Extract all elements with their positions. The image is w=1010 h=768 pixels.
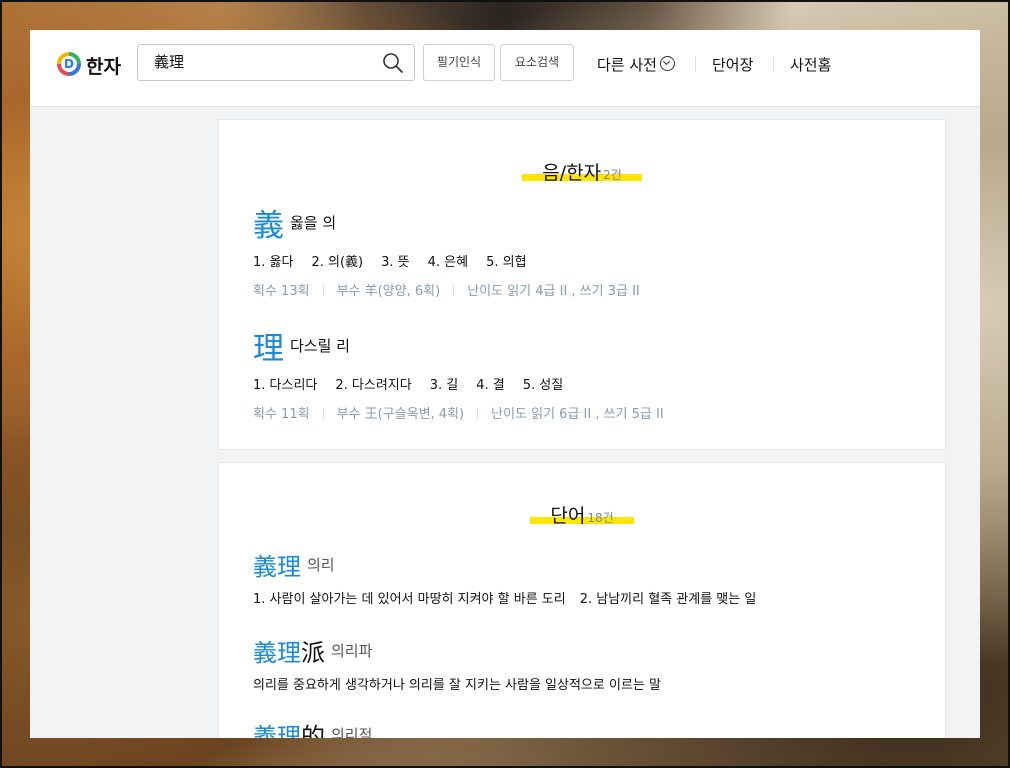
hanja-meta: 획수 13획 부수 羊(양양, 6획) 난이도 읽기 4급 II , 쓰기 3급 I… (253, 280, 640, 299)
word-definitions: 의리를 중요하게 생각하거나 의리를 잘 지키는 사람을 일상적으로 이르는 말 (253, 674, 675, 693)
hanja-section-title: 음/한자 2건 (219, 158, 945, 185)
word-count: 18건 (587, 511, 614, 525)
dictionary-home-link[interactable]: 사전홈 (790, 54, 831, 75)
hanja-char-link[interactable]: 理 (253, 331, 284, 367)
hanja-entry: 義 옳을 의 1. 옳다 2. 의(義) 3. 뜻 4. 은혜 5. 의협 획수 13획 부… (253, 200, 640, 299)
definition: 4. 은혜 (427, 255, 469, 270)
definition: 5. 의협 (486, 255, 527, 270)
stroke-count: 획수 13획 (253, 284, 310, 299)
dictionary-window: D 한자 필기인식 요소검색 다른 사전 단어장 사전홈 음/한자2건 義 옳을 … (30, 30, 980, 738)
word-reading: 의리 (307, 556, 335, 574)
component-search-button[interactable]: 요소검색 (500, 44, 574, 81)
definition: 2. 남남끼리 혈족 관계를 맺는 일 (579, 592, 757, 607)
word-hanja-link[interactable]: 義理派 (253, 639, 325, 667)
word-section-title: 단어 18건 (219, 501, 945, 528)
handwriting-button[interactable]: 필기인식 (423, 44, 495, 81)
word-definitions: 1. 사람이 살아가는 데 있어서 마땅히 지켜야 할 바른 도리 2. 남남끼리… (253, 588, 770, 607)
definition: 3. 길 (429, 378, 459, 393)
brand-title[interactable]: 한자 (86, 52, 121, 79)
word-reading: 의리적 (331, 726, 373, 738)
search-icon[interactable] (382, 52, 404, 74)
word-hanja-link[interactable]: 義理的 (253, 723, 325, 738)
daum-logo-icon[interactable]: D (57, 52, 81, 76)
other-dictionary-label: 다른 사전 (597, 56, 657, 74)
nav-divider (773, 57, 774, 71)
hanja-meaning: 옳을 의 (290, 214, 337, 232)
definition: 2. 의(義) (311, 255, 364, 270)
hanja-section: 음/한자 2건 義 옳을 의 1. 옳다 2. 의(義) 3. 뜻 4. 은혜 5. 의협 … (218, 119, 946, 450)
word-entry: 義理的 의리적 (253, 717, 372, 738)
stroke-count: 획수 11획 (253, 407, 310, 422)
chevron-down-icon (659, 56, 675, 71)
word-hanja-link[interactable]: 義理 (253, 553, 301, 581)
definition: 2. 다스려지다 (335, 378, 412, 393)
hanja-count: 2건 (603, 168, 622, 182)
word-entry: 義理 의리 1. 사람이 살아가는 데 있어서 마땅히 지켜야 할 바른 도리 2.… (253, 547, 770, 607)
definition: 1. 사람이 살아가는 데 있어서 마땅히 지켜야 할 바른 도리 (253, 592, 566, 607)
search-box (137, 44, 415, 81)
hanja-meta: 획수 11획 부수 王(구슬옥변, 4획) 난이도 읽기 6급 II , 쓰기 5급… (253, 403, 664, 422)
word-section: 단어 18건 義理 의리 1. 사람이 살아가는 데 있어서 마땅히 지켜야 할 바… (218, 462, 946, 738)
wordbook-link[interactable]: 단어장 (712, 54, 753, 75)
definition: 5. 성질 (522, 378, 564, 393)
hanja-definitions: 1. 다스리다 2. 다스려지다 3. 길 4. 결 5. 성질 (253, 374, 664, 393)
definition: 의리를 중요하게 생각하거나 의리를 잘 지키는 사람을 일상적으로 이르는 말 (253, 678, 661, 693)
definition: 3. 뜻 (381, 255, 410, 270)
definition: 1. 다스리다 (253, 378, 318, 393)
search-input[interactable] (154, 45, 364, 80)
nav-divider (695, 57, 696, 71)
hanja-entry: 理 다스릴 리 1. 다스리다 2. 다스려지다 3. 길 4. 결 5. 성질 획수 1… (253, 323, 664, 422)
hanja-definitions: 1. 옳다 2. 의(義) 3. 뜻 4. 은혜 5. 의협 (253, 251, 640, 270)
word-entry: 義理派 의리파 의리를 중요하게 생각하거나 의리를 잘 지키는 사람을 일상적으… (253, 633, 675, 693)
hanja-char-link[interactable]: 義 (253, 208, 284, 244)
radical[interactable]: 부수 羊(양양, 6획) (337, 284, 441, 299)
difficulty: 난이도 읽기 4급 II , 쓰기 3급 II (467, 284, 640, 299)
other-dictionary-menu[interactable]: 다른 사전 (597, 54, 675, 75)
definition: 4. 결 (476, 378, 505, 393)
hanja-meaning: 다스릴 리 (290, 337, 350, 355)
definition: 1. 옳다 (253, 255, 294, 270)
difficulty: 난이도 읽기 6급 II , 쓰기 5급 II (491, 407, 664, 422)
radical[interactable]: 부수 王(구슬옥변, 4획) (337, 407, 465, 422)
header: D 한자 필기인식 요소검색 다른 사전 단어장 사전홈 (30, 30, 980, 107)
word-reading: 의리파 (331, 642, 373, 660)
